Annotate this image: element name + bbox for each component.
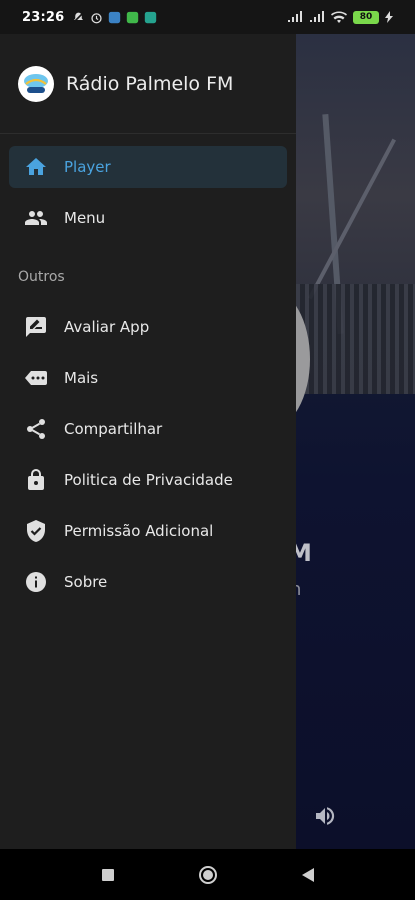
drawer-header: Rádio Palmelo FM	[0, 34, 296, 134]
status-time: 23:26	[22, 9, 65, 25]
nav-item-label: Avaliar App	[64, 318, 150, 336]
radio-logo	[18, 65, 54, 102]
nav-item-label: Player	[64, 158, 111, 176]
app-title: Rádio Palmelo FM	[66, 72, 234, 95]
nav-item-player[interactable]: Player	[9, 146, 287, 188]
status-bar: 23:26 80	[0, 0, 415, 34]
lock-icon	[24, 468, 48, 492]
nav-item-label: Compartilhar	[64, 420, 163, 438]
nav-item-politica-privacidade[interactable]: Politica de Privacidade	[9, 459, 287, 501]
triangle-back-icon	[301, 867, 314, 882]
nav-item-label: Politica de Privacidade	[64, 471, 233, 489]
back-button[interactable]	[293, 860, 323, 890]
volume-icon[interactable]	[313, 804, 337, 828]
nav-item-label: Sobre	[64, 573, 108, 591]
nav-item-avaliar-app[interactable]: Avaliar App	[9, 306, 287, 348]
home-icon	[24, 155, 48, 179]
section-label-outros: Outros	[18, 269, 65, 285]
info-icon	[24, 570, 48, 594]
recent-apps-button[interactable]	[93, 860, 123, 890]
nav-item-compartilhar[interactable]: Compartilhar	[9, 408, 287, 450]
message-app-icon	[127, 11, 139, 23]
navigation-drawer: Rádio Palmelo FM Player Menu Outros Aval…	[0, 34, 296, 849]
app-notification-icon	[109, 11, 121, 23]
charging-icon	[385, 11, 393, 23]
signal-2-icon	[310, 11, 324, 22]
nav-item-permissao-adicional[interactable]: Permissão Adicional	[9, 510, 287, 552]
mixer-image	[296, 284, 415, 394]
home-button[interactable]	[193, 860, 223, 890]
shield-check-icon	[24, 519, 48, 543]
nav-item-menu[interactable]: Menu	[9, 197, 287, 239]
no-disturb-icon	[73, 11, 85, 23]
nav-item-sobre[interactable]: Sobre	[9, 561, 287, 603]
nav-item-label: Permissão Adicional	[64, 522, 214, 540]
circle-icon	[198, 865, 217, 884]
notification-icons	[72, 11, 157, 24]
rate-review-icon	[24, 315, 48, 339]
radio-logo-icon	[24, 73, 48, 93]
system-navigation-bar	[0, 849, 415, 900]
more-dots-icon	[24, 366, 48, 390]
whatsapp-icon	[145, 11, 157, 23]
alarm-icon	[91, 12, 103, 23]
nav-item-label: Menu	[64, 209, 106, 227]
share-icon	[24, 417, 48, 441]
signal-icon	[288, 11, 302, 22]
battery-indicator: 80	[353, 10, 379, 24]
nav-item-mais[interactable]: Mais	[9, 357, 287, 399]
people-icon	[24, 206, 48, 230]
wifi-icon	[331, 10, 347, 23]
nav-item-label: Mais	[64, 369, 99, 387]
square-icon	[101, 868, 114, 881]
